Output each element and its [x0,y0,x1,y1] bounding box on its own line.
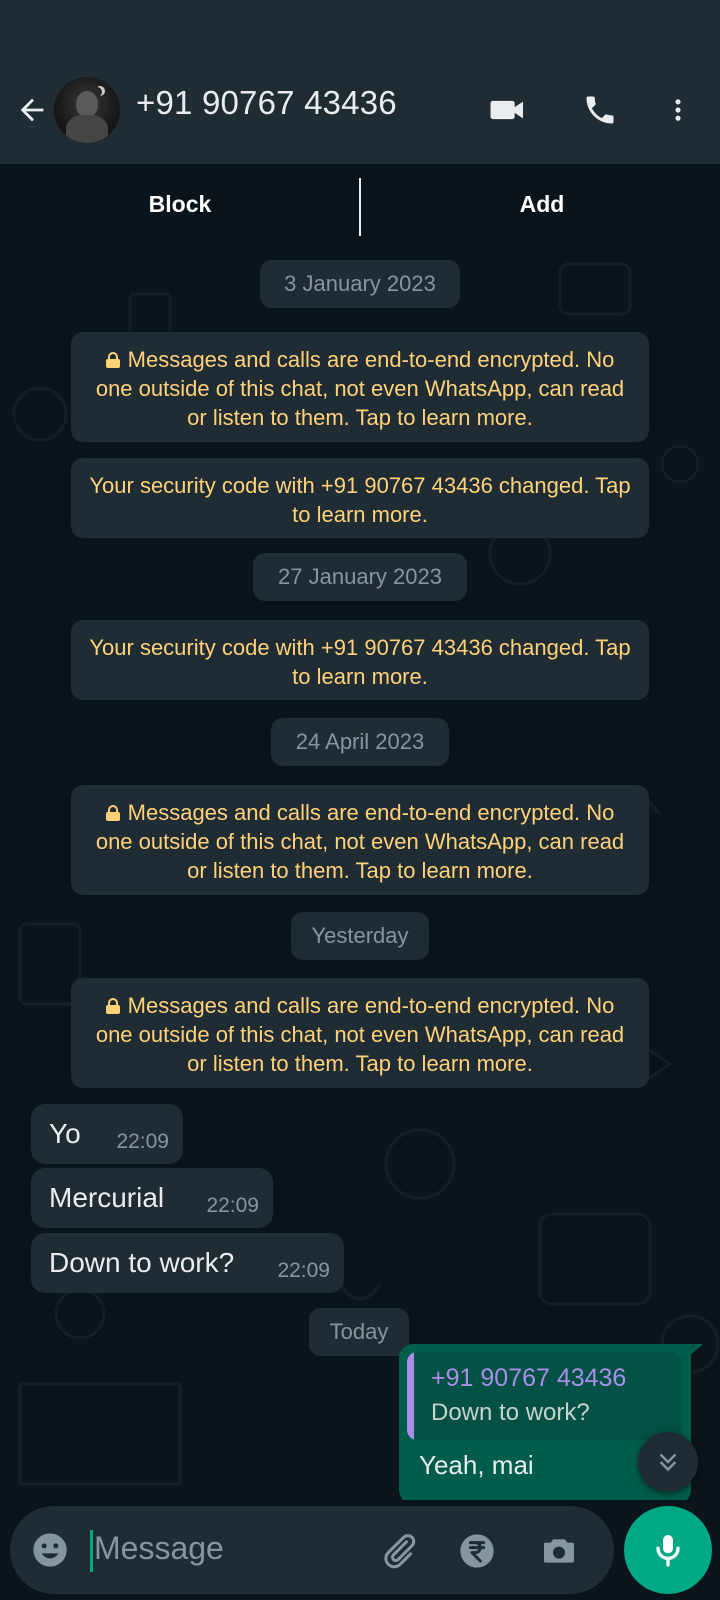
encryption-notice-text: Messages and calls are end-to-end encryp… [95,347,625,430]
encryption-notice-text: Messages and calls are end-to-end encryp… [95,800,625,883]
message-text: Mercurial [49,1182,165,1213]
add-contact-button[interactable]: Add [372,176,712,232]
double-chevron-down-icon [659,1453,677,1472]
date-chip: Today [309,1308,409,1356]
paperclip-icon [384,1534,416,1569]
more-options-button[interactable] [654,86,702,134]
back-button[interactable] [14,90,50,130]
text-caret [90,1530,93,1572]
encryption-notice-text: Messages and calls are end-to-end encryp… [95,993,625,1076]
unknown-contact-action-bar: Block Add [0,164,720,242]
message-text: Yeah, mai [419,1450,534,1480]
encryption-notice[interactable]: Messages and calls are end-to-end encryp… [71,785,649,895]
voice-call-button[interactable] [576,86,624,134]
date-chip: 27 January 2023 [253,553,467,601]
scroll-to-bottom-button[interactable] [638,1432,698,1492]
block-button[interactable]: Block [10,176,350,232]
lock-icon [105,998,120,1014]
message-text: Down to work? [49,1247,235,1278]
video-call-button[interactable] [484,86,532,134]
arrow-left-icon [20,98,44,122]
incoming-message[interactable]: Down to work? 22:09 [31,1233,344,1293]
lock-icon [105,805,120,821]
camera-icon [544,1539,574,1563]
emoji-icon [33,1533,67,1567]
incoming-message[interactable]: Mercurial 22:09 [31,1168,273,1228]
status-bar [0,0,720,56]
message-input[interactable]: Message [94,1530,224,1567]
composer-bar: Message [0,1500,720,1600]
emoji-button[interactable] [28,1528,72,1572]
message-time: 22:09 [116,1130,169,1153]
rupee-icon [460,1534,494,1568]
quoted-message[interactable]: +91 90767 43436 Down to work? [407,1352,681,1440]
date-chip: 24 April 2023 [271,718,449,766]
camera-button[interactable] [536,1528,582,1574]
action-divider [359,178,361,236]
date-chip: 3 January 2023 [260,260,460,308]
encryption-notice[interactable]: Messages and calls are end-to-end encryp… [71,978,649,1088]
incoming-message[interactable]: Yo 22:09 [31,1104,183,1164]
more-vert-icon [675,99,681,121]
contact-name[interactable]: +91 90767 43436 [136,84,397,122]
chat-header: +91 90767 43436 [0,56,720,164]
quote-bar [407,1352,414,1440]
chat-area[interactable]: Block Add 3 January 2023 Messages and ca… [0,164,720,1500]
message-time: 22:09 [206,1194,259,1217]
message-time: 22:09 [277,1259,330,1282]
quoted-sender: +91 90767 43436 [431,1364,627,1392]
security-code-notice[interactable]: Your security code with +91 90767 43436 … [71,620,649,700]
encryption-notice[interactable]: Messages and calls are end-to-end encryp… [71,332,649,442]
mic-icon [656,1535,680,1567]
voice-message-button[interactable] [624,1506,712,1594]
phone-icon [586,96,614,124]
avatar[interactable] [54,77,120,143]
attach-button[interactable] [376,1528,422,1574]
date-chip: Yesterday [291,912,429,960]
video-camera-icon [490,100,523,120]
lock-icon [105,352,120,368]
message-input-container[interactable]: Message [10,1506,614,1594]
message-text: Yo [49,1118,81,1149]
payment-button[interactable] [454,1528,500,1574]
quoted-text: Down to work? [431,1399,590,1426]
security-code-notice[interactable]: Your security code with +91 90767 43436 … [71,458,649,538]
